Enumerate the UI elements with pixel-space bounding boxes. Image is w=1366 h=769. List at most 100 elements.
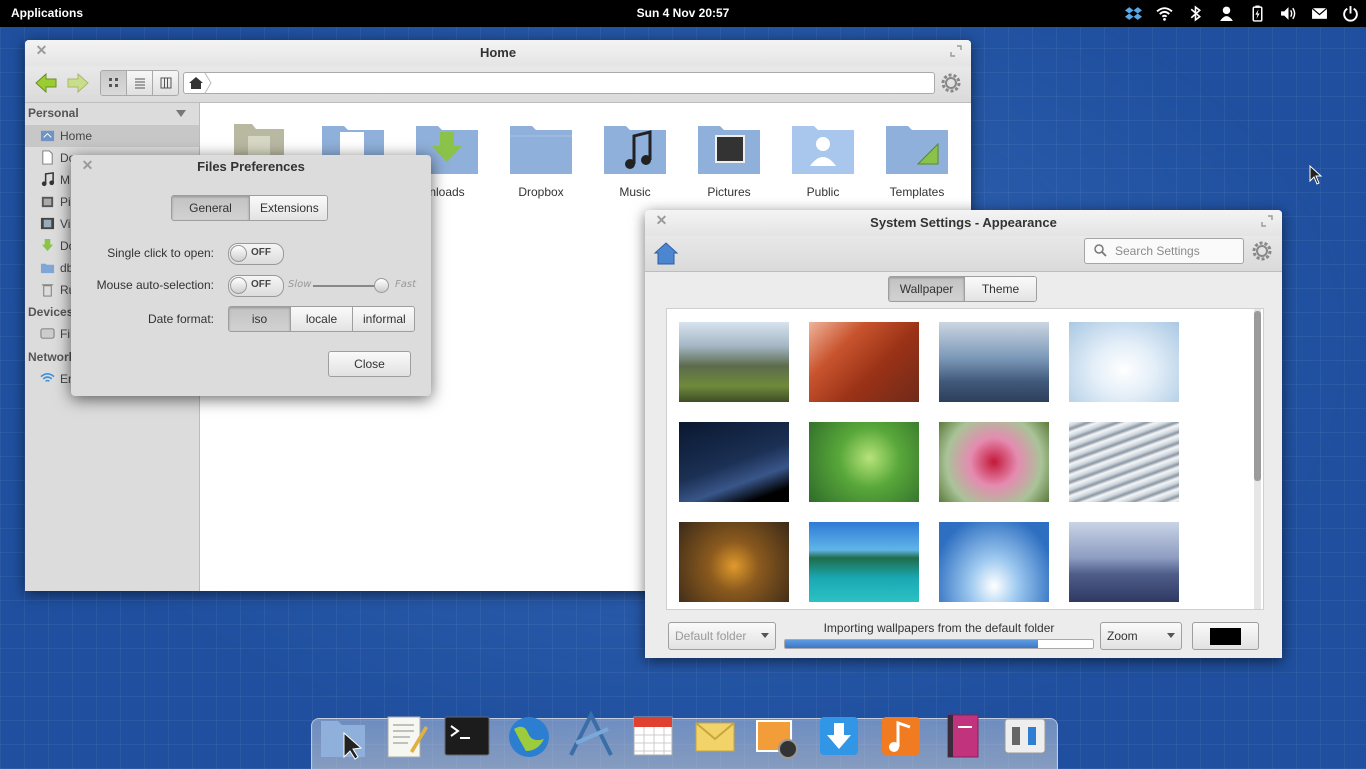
tab-general[interactable]: General xyxy=(172,196,250,220)
dialog-title: Files Preferences xyxy=(197,159,305,174)
progress-fill xyxy=(785,640,1038,648)
path-bar[interactable] xyxy=(183,72,935,94)
folder-item[interactable]: Public xyxy=(774,118,864,199)
tab-theme[interactable]: Theme xyxy=(965,277,1036,301)
shotwell-icon[interactable] xyxy=(752,711,802,761)
pictures-icon xyxy=(41,196,54,208)
applications-menu[interactable]: Applications xyxy=(11,6,83,20)
color-button[interactable] xyxy=(1192,622,1259,650)
forward-arrow-icon[interactable] xyxy=(65,70,91,96)
search-input[interactable]: Search Settings xyxy=(1084,238,1244,264)
sidebar-item-label: Home xyxy=(60,129,93,143)
list-icon xyxy=(134,78,145,89)
auto-select-toggle[interactable]: OFF xyxy=(228,275,284,297)
icon-view-button[interactable] xyxy=(101,71,127,95)
date-format-iso[interactable]: iso xyxy=(229,307,291,331)
toggle-state: OFF xyxy=(251,279,271,290)
mouse-cursor-icon xyxy=(1309,165,1323,185)
maximize-icon[interactable] xyxy=(1260,214,1274,228)
single-click-label: Single click to open: xyxy=(107,246,214,260)
videos-icon xyxy=(40,217,55,230)
wallpaper-thumbnail[interactable] xyxy=(1069,322,1179,402)
tab-wallpaper[interactable]: Wallpaper xyxy=(889,277,965,301)
combo-value: Default folder xyxy=(675,629,747,643)
wifi-icon[interactable] xyxy=(1149,0,1180,27)
files-titlebar[interactable]: ✕ Home xyxy=(25,40,971,66)
downloads-icon xyxy=(41,238,54,252)
prefs-titlebar[interactable]: ✕ Files Preferences xyxy=(71,155,431,181)
wallpaper-thumbnail[interactable] xyxy=(809,522,919,602)
list-view-button[interactable] xyxy=(127,71,153,95)
toggle-state: OFF xyxy=(251,247,271,258)
terminal-icon[interactable] xyxy=(442,711,492,761)
view-mode-switcher xyxy=(100,70,179,96)
power-icon[interactable] xyxy=(1335,0,1366,27)
folder-item[interactable]: Pictures xyxy=(680,118,770,199)
browser-icon[interactable] xyxy=(504,711,554,761)
close-button[interactable]: Close xyxy=(328,351,411,377)
maximize-icon[interactable] xyxy=(949,44,963,58)
back-arrow-icon[interactable] xyxy=(33,70,59,96)
updates-icon[interactable] xyxy=(814,711,864,761)
battery-icon[interactable] xyxy=(1242,0,1273,27)
date-format-locale[interactable]: locale xyxy=(291,307,353,331)
wallpaper-thumbnail[interactable] xyxy=(809,422,919,502)
network-icon xyxy=(40,373,55,382)
wallpaper-grid xyxy=(666,308,1264,610)
user-icon[interactable] xyxy=(1211,0,1242,27)
zoom-combo[interactable]: Zoom xyxy=(1100,622,1182,650)
scrollbar-thumb[interactable] xyxy=(1254,311,1261,481)
folder-combo[interactable]: Default folder xyxy=(668,622,776,650)
settings-icon[interactable] xyxy=(1000,711,1050,761)
wallpaper-thumbnail[interactable] xyxy=(679,322,789,402)
wallpaper-thumbnail[interactable] xyxy=(939,522,1049,602)
sidebar-heading-personal: Personal xyxy=(28,106,79,120)
path-separator-icon xyxy=(204,73,212,93)
dropbox-icon[interactable] xyxy=(1118,0,1149,27)
date-format-informal[interactable]: informal xyxy=(353,307,414,331)
column-view-button[interactable] xyxy=(153,71,178,95)
tab-extensions[interactable]: Extensions xyxy=(250,196,327,220)
home-icon[interactable] xyxy=(188,75,204,91)
wallpaper-thumbnail[interactable] xyxy=(939,322,1049,402)
color-swatch xyxy=(1210,628,1241,645)
dock xyxy=(311,711,1058,769)
mail-icon[interactable] xyxy=(1304,0,1335,27)
wallpaper-thumbnail[interactable] xyxy=(1069,422,1179,502)
files-toolbar xyxy=(25,66,971,103)
postler-icon[interactable] xyxy=(690,711,740,761)
close-icon[interactable]: ✕ xyxy=(655,213,668,227)
search-icon xyxy=(1094,244,1107,257)
close-icon[interactable]: ✕ xyxy=(81,158,94,172)
bluetooth-icon[interactable] xyxy=(1180,0,1211,27)
wallpaper-thumbnail[interactable] xyxy=(809,322,919,402)
settings-titlebar[interactable]: ✕ System Settings - Appearance xyxy=(645,210,1282,236)
sidebar-item-label: M xyxy=(60,173,70,187)
speed-slider-handle[interactable] xyxy=(374,278,389,293)
panel-clock[interactable]: Sun 4 Nov 20:57 xyxy=(637,6,730,20)
wallpaper-thumbnail[interactable] xyxy=(939,422,1049,502)
close-icon[interactable]: ✕ xyxy=(35,43,48,57)
wallpaper-thumbnail[interactable] xyxy=(679,422,789,502)
home-icon[interactable] xyxy=(653,240,679,266)
folder-item[interactable]: Music xyxy=(586,118,676,199)
gear-icon[interactable] xyxy=(1251,240,1273,262)
chevron-down-icon[interactable] xyxy=(176,110,186,118)
volume-icon[interactable] xyxy=(1273,0,1304,27)
sidebar-item-home[interactable]: Home xyxy=(25,125,199,147)
prefs-tabs: General Extensions xyxy=(171,195,328,221)
folder-item[interactable]: Dropbox xyxy=(492,118,582,199)
single-click-toggle[interactable]: OFF xyxy=(228,243,284,265)
wallpaper-thumbnail[interactable] xyxy=(1069,522,1179,602)
wallpaper-thumbnail[interactable] xyxy=(679,522,789,602)
text-editor-icon[interactable] xyxy=(380,711,430,761)
calendar-icon[interactable] xyxy=(628,711,678,761)
date-format-label: Date format: xyxy=(147,312,214,326)
wallpaper-scrollbar[interactable] xyxy=(1254,309,1261,609)
contacts-icon[interactable] xyxy=(938,711,988,761)
gear-icon[interactable] xyxy=(940,72,962,94)
mail-client-icon[interactable] xyxy=(566,711,616,761)
music-player-icon[interactable] xyxy=(876,711,926,761)
folder-item[interactable]: Templates xyxy=(868,118,958,199)
files-icon[interactable] xyxy=(318,711,368,761)
